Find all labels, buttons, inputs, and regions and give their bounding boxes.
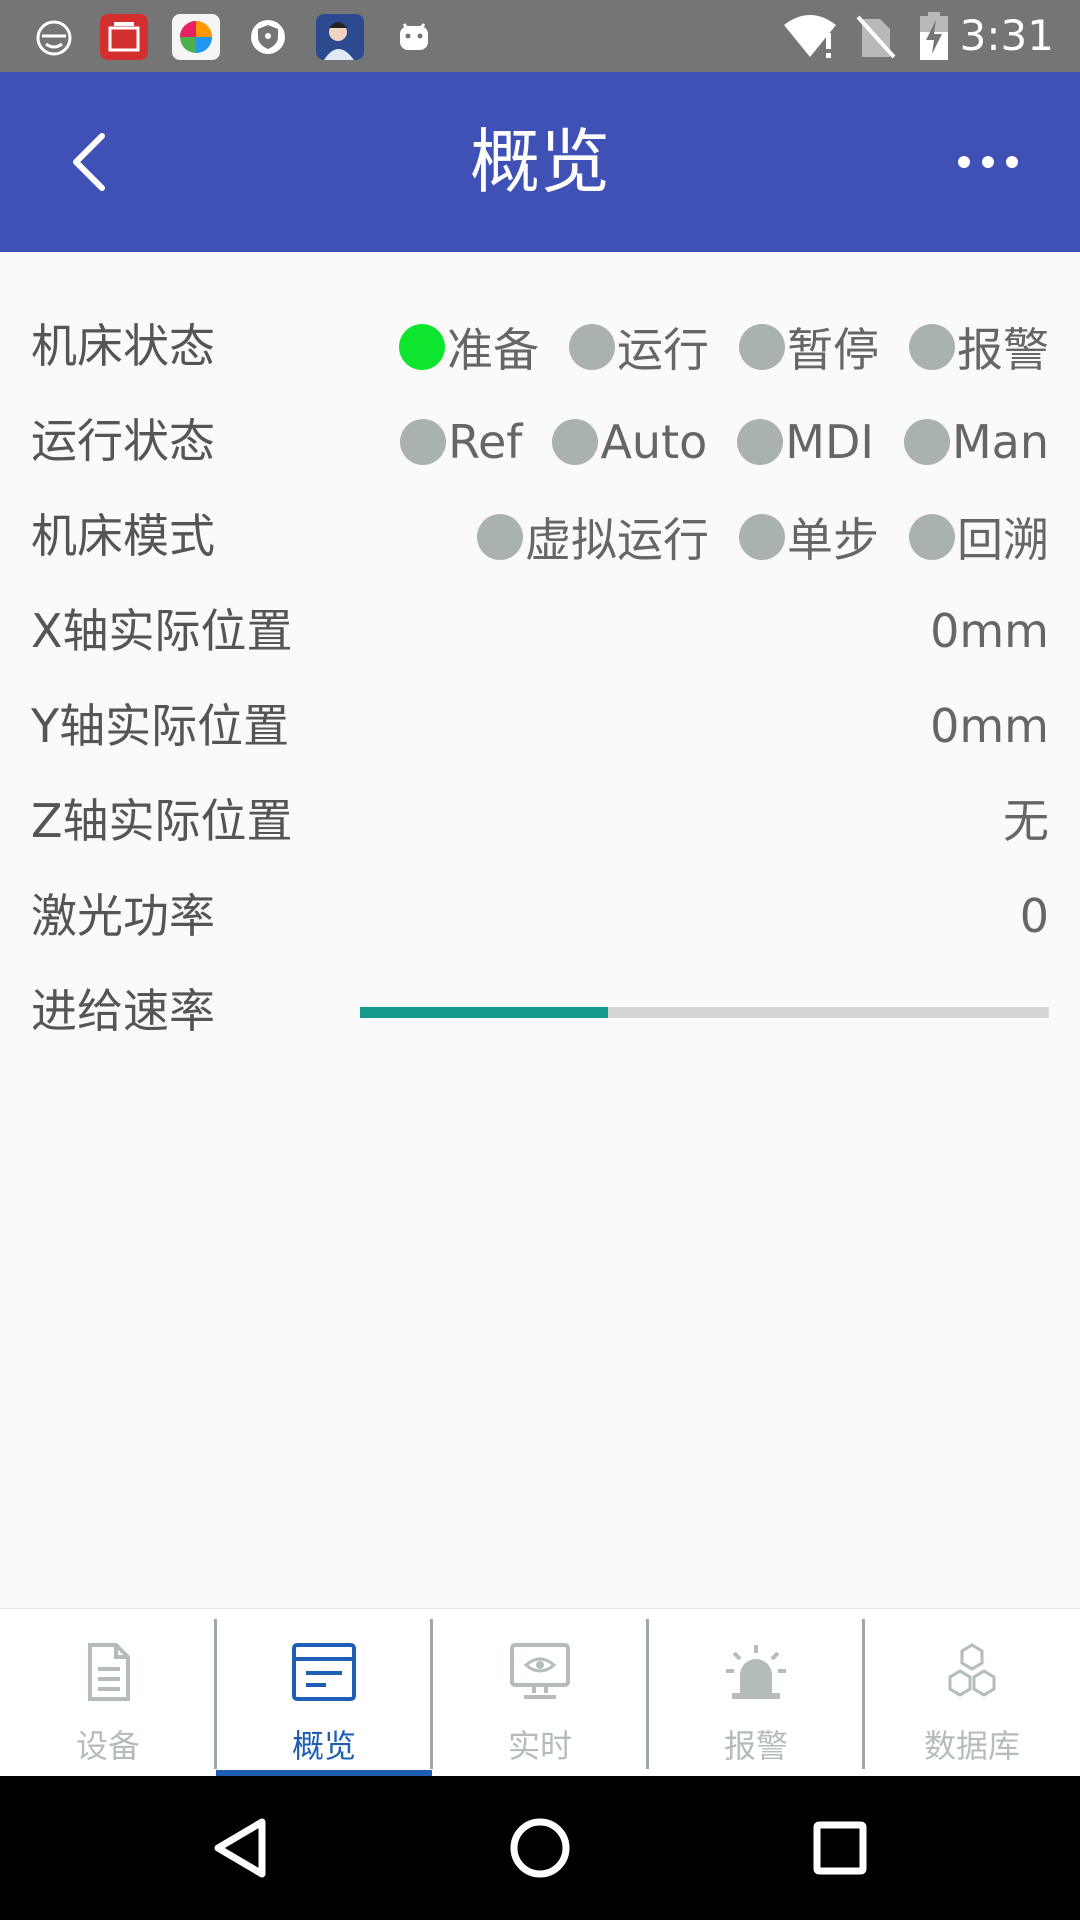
row-label: 机床模式	[31, 509, 215, 563]
status-bar: 3:31	[0, 0, 1080, 72]
tab-label: 数据库	[923, 1727, 1020, 1765]
tab-database[interactable]: 数据库	[864, 1609, 1080, 1777]
feed-rate-progress	[360, 1007, 1049, 1018]
indicator-dot	[739, 323, 785, 370]
machine-status-options: 准备 运行 暂停 报警	[369, 299, 1049, 394]
laser-power-value: 0	[1019, 889, 1049, 943]
tab-devices[interactable]: 设备	[0, 1609, 216, 1777]
tab-alarm[interactable]: 报警	[648, 1609, 864, 1777]
document-icon	[88, 1643, 130, 1701]
row-label: X轴实际位置	[31, 604, 293, 658]
more-button[interactable]	[946, 120, 1030, 204]
status-ready: 准备	[399, 314, 539, 380]
indicator-dot-active	[399, 323, 445, 370]
nav-back-button[interactable]	[190, 1798, 290, 1898]
android-icon	[390, 14, 438, 60]
status-alarm: 报警	[909, 314, 1049, 380]
nav-recents-button[interactable]	[790, 1798, 890, 1898]
database-hex-icon	[948, 1643, 996, 1697]
row-x-position: X轴实际位置 0mm	[0, 584, 1080, 679]
more-horizontal-icon	[958, 156, 1018, 168]
row-y-position: Y轴实际位置 0mm	[0, 679, 1080, 774]
run-man: Man	[903, 415, 1049, 469]
row-machine-mode: 机床模式 虚拟运行 单步 回溯	[0, 489, 1080, 584]
row-label: 运行状态	[31, 414, 215, 468]
row-machine-status: 机床状态 准备 运行 暂停 报警	[0, 299, 1080, 394]
run-ref: Ref	[400, 415, 522, 469]
indicator-dot	[909, 513, 955, 560]
x-position-value: 0mm	[930, 604, 1049, 658]
app-icon-colorful	[172, 14, 220, 60]
back-triangle-icon	[214, 1818, 266, 1878]
tab-realtime[interactable]: 实时	[432, 1609, 648, 1777]
indicator-dot	[552, 418, 599, 465]
battery-charging-icon	[918, 0, 950, 72]
app-icon-avatar	[316, 14, 364, 60]
tab-label: 概览	[291, 1727, 356, 1765]
status-running: 运行	[569, 314, 709, 380]
z-position-value: 无	[1003, 794, 1049, 848]
mode-backtrack: 回溯	[909, 504, 1049, 570]
indicator-dot	[737, 418, 784, 465]
run-auto: Auto	[552, 415, 707, 469]
overview-icon	[292, 1643, 356, 1701]
wifi-icon	[780, 0, 840, 72]
no-sim-icon	[856, 0, 896, 72]
indicator-dot	[739, 513, 785, 560]
tab-label: 报警	[723, 1727, 788, 1765]
machine-mode-options: 虚拟运行 单步 回溯	[447, 489, 1049, 584]
monitor-eye-icon	[510, 1643, 570, 1699]
y-position-value: 0mm	[930, 699, 1049, 753]
app-bar: 概览	[0, 72, 1080, 252]
tab-label: 实时	[507, 1727, 572, 1765]
app-icon-1	[30, 14, 78, 60]
indicator-dot	[477, 513, 523, 560]
indicator-dot	[400, 418, 447, 465]
page-title: 概览	[470, 121, 610, 203]
row-label: 激光功率	[31, 889, 215, 943]
status-time: 3:31	[959, 11, 1054, 60]
indicator-dot	[903, 418, 950, 465]
row-label: 机床状态	[31, 319, 215, 373]
row-label: 进给速率	[31, 984, 215, 1038]
bottom-tab-bar: 设备 概览 实时 报警 数据库	[0, 1608, 1080, 1776]
run-mdi: MDI	[737, 415, 874, 469]
home-circle-icon	[510, 1818, 570, 1878]
recents-square-icon	[813, 1821, 867, 1875]
row-laser-power: 激光功率 0	[0, 869, 1080, 964]
system-nav-bar	[0, 1776, 1080, 1920]
indicator-dot	[569, 323, 615, 370]
tab-label: 设备	[75, 1727, 140, 1765]
app-icon-shield	[244, 14, 292, 60]
status-paused: 暂停	[739, 314, 879, 380]
feed-rate-progress-fill	[360, 1007, 609, 1018]
alarm-siren-icon	[726, 1645, 786, 1699]
row-label: Y轴实际位置	[31, 699, 290, 753]
mode-virtual-run: 虚拟运行	[477, 504, 709, 570]
nav-home-button[interactable]	[490, 1798, 590, 1898]
app-icon-news	[100, 14, 148, 60]
row-feed-rate: 进给速率	[0, 964, 1080, 1059]
row-label: Z轴实际位置	[31, 794, 293, 848]
tab-overview[interactable]: 概览	[216, 1609, 432, 1777]
row-z-position: Z轴实际位置 无	[0, 774, 1080, 869]
mode-single-step: 单步	[739, 504, 879, 570]
run-status-options: Ref Auto MDI Man	[370, 394, 1049, 489]
row-run-status: 运行状态 Ref Auto MDI Man	[0, 394, 1080, 489]
indicator-dot	[909, 323, 955, 370]
